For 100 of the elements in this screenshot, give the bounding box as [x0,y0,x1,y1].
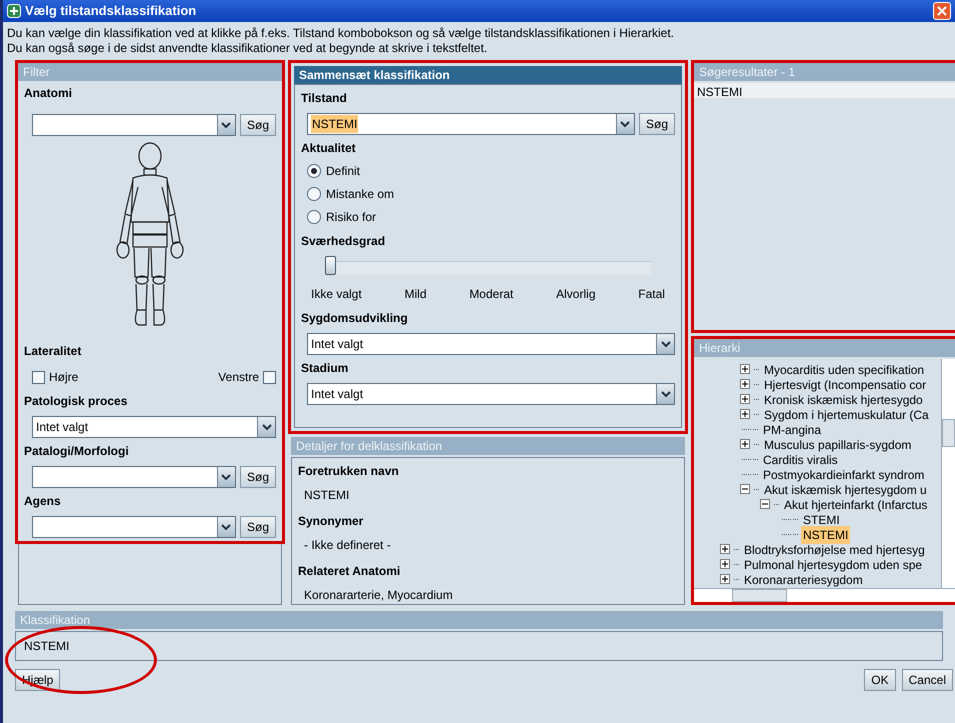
expand-icon[interactable] [740,394,751,405]
ok-button[interactable]: OK [864,669,896,691]
field-label: Agens [24,493,62,510]
search-button[interactable]: Søg [240,114,276,136]
classification-field[interactable]: NSTEMI [15,631,943,661]
collapse-icon[interactable] [740,484,751,495]
panel-header: Hierarki [694,339,955,357]
expand-icon[interactable] [720,574,731,585]
result-item[interactable]: NSTEMI [694,83,955,98]
combo-box[interactable]: Intet valgt [307,333,675,355]
combo-box[interactable]: NSTEMI [307,113,635,135]
panel-header: Sammensæt klassifikation [294,66,682,84]
field-label: Stadium [301,360,350,377]
scale-label: Alvorlig [556,286,596,303]
dropdown-arrow-button[interactable] [257,417,275,437]
dropdown-arrow-button[interactable] [656,334,674,354]
chevron-down-icon [660,390,670,398]
combo-value: Intet valgt [36,419,88,436]
combo-box[interactable] [32,516,236,538]
panel-header: Søgeresultater - 1 [694,63,955,81]
field-label: Tilstand [301,90,348,107]
combo-value: Intet valgt [311,336,364,353]
field-label: Relateret Anatomi [298,563,402,580]
chevron-down-icon [221,474,232,480]
radio-label[interactable]: Risiko for [326,208,376,226]
detail-value: Koronararterie, Myocardium [304,587,454,604]
combo-value: NSTEMI [311,115,358,133]
search-button[interactable]: Søg [240,516,276,538]
panel-header: Filter [18,63,282,81]
field-label: Sygdomsudvikling [301,310,409,327]
checkbox[interactable]: Venstre [218,368,276,386]
collapse-icon[interactable] [760,499,771,510]
scale-label: Ikke valgt [311,286,362,303]
scale-label: Mild [404,286,427,303]
dropdown-arrow-button[interactable] [216,467,235,487]
expand-icon[interactable] [740,439,751,450]
chevron-down-icon [660,340,670,348]
expand-icon[interactable] [720,559,731,570]
tree-item[interactable]: NSTEMI [801,526,850,544]
field-label: Aktualitet [301,140,357,157]
radio-button[interactable] [307,164,321,178]
combo-box[interactable]: Intet valgt [32,416,276,438]
combo-box[interactable]: Intet valgt [307,383,675,405]
field-label: Lateralitet [24,343,82,360]
detail-value: NSTEMI [304,487,350,504]
combo-value: Intet valgt [311,386,364,403]
dropdown-arrow-button[interactable] [616,114,634,134]
close-icon [937,6,947,16]
scale-label: Fatal [638,286,665,303]
field-label: Patalogi/Morfologi [24,443,130,460]
tree-item[interactable]: Sygdom i hjertemuskulatur (Ca [762,406,931,424]
search-button[interactable]: Søg [240,466,276,488]
expand-icon[interactable] [740,409,751,420]
tree-item[interactable]: Hjertesvigt (Incompensatio cor [762,376,928,394]
slider-thumb[interactable] [325,256,336,275]
chevron-down-icon [262,424,272,430]
radio-button[interactable] [307,187,321,201]
field-label: Synonymer [298,513,364,530]
tree-item[interactable]: Myocarditis uden specifikation [762,360,926,378]
tree-item[interactable]: Carditis viralis [761,450,840,468]
field-label: Anatomi [24,85,73,102]
dropdown-arrow-button[interactable] [216,517,235,537]
search-button[interactable]: Søg [638,113,675,135]
combo-box[interactable] [32,466,236,488]
tree-item[interactable]: Kronisk iskæmisk hjertesygdo [762,390,925,408]
panel-header: Detaljer for delklassifikation [291,437,685,455]
chevron-down-icon [221,524,232,530]
close-button[interactable] [933,2,951,20]
field-label: Foretrukken navn [298,463,400,480]
tree-item[interactable]: PM-angina [761,420,824,438]
radio-label[interactable]: Definit [326,162,360,180]
cancel-button[interactable]: Cancel [902,669,953,691]
checkbox[interactable]: Højre [32,368,78,386]
tree-item[interactable]: Koronararteriesygdom [742,570,865,588]
instruction-text: Du kan vælge din klassifikation ved at klikke på f.eks. Tilstand kombobokson og så vælge tilstandsklassifikationen i Hierarkiet. [7,26,675,41]
radio-label[interactable]: Mistanke om [326,185,394,203]
scale-label: Moderat [469,286,514,303]
tree-item[interactable]: Akut hjerteinfarkt (Infarctus [782,496,930,514]
tree-item[interactable]: Postmyokardieinfarkt syndrom [761,466,926,484]
plus-icon [7,4,21,18]
detail-value: - Ikke defineret - [304,537,392,554]
tree-item[interactable]: Akut iskæmisk hjertesygdom u [762,480,929,498]
radio-button[interactable] [307,210,321,224]
dropdown-arrow-button[interactable] [216,115,235,135]
expand-icon[interactable] [720,544,731,555]
dropdown-arrow-button[interactable] [656,384,674,404]
chevron-down-icon [221,122,232,128]
vertical-scrollbar[interactable] [941,359,955,588]
tree-item[interactable]: Pulmonal hjertesygdom uden spe [742,556,924,574]
slider-track[interactable] [325,256,651,275]
expand-icon[interactable] [740,364,751,375]
tree-item[interactable]: STEMI [801,510,842,528]
tree-item[interactable]: Musculus papillaris-sygdom [762,436,914,454]
field-label: Sværhedsgrad [301,233,386,250]
field-label: Patologisk proces [24,393,128,410]
tree-item[interactable]: Blodtryksforhøjelse med hjertesyg [742,540,927,558]
horizontal-scrollbar[interactable] [694,588,955,602]
window-title: Vælg tilstandsklassifikation [25,2,196,20]
expand-icon[interactable] [740,379,751,390]
combo-box[interactable] [32,114,236,136]
